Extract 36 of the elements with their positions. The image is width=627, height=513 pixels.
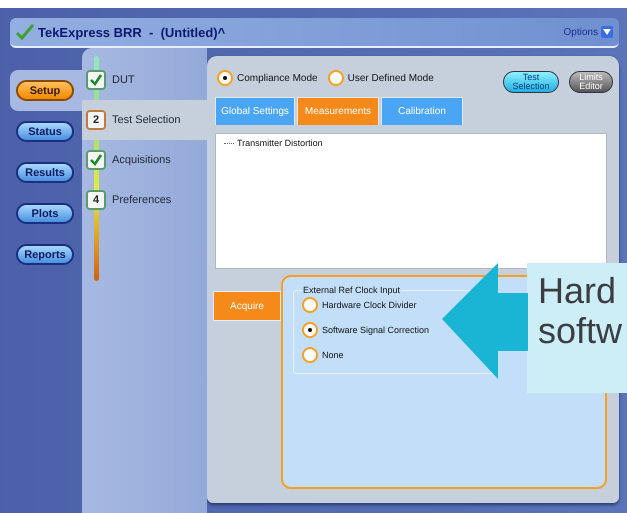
- group-legend: External Ref Clock Input: [302, 285, 402, 295]
- action-button[interactable]: Limits Editor: [569, 71, 613, 93]
- radio-button[interactable]: [328, 70, 344, 86]
- tree-connector-line: [224, 143, 234, 144]
- clock-radio-option[interactable]: None: [302, 347, 344, 363]
- radio-button[interactable]: [217, 70, 233, 86]
- step-item[interactable]: Acquisitions: [82, 140, 207, 180]
- radio-button[interactable]: [302, 347, 318, 363]
- nav-button[interactable]: Results: [16, 162, 74, 183]
- clock-radio-option[interactable]: Hardware Clock Divider: [302, 297, 417, 313]
- radio-button[interactable]: [302, 322, 318, 338]
- nav-button[interactable]: Setup: [16, 80, 74, 101]
- window-title: TekExpress BRR - (Untitled)^: [38, 24, 226, 40]
- nav-button[interactable]: Status: [16, 121, 74, 142]
- mode-radio-option[interactable]: User Defined Mode: [328, 70, 434, 86]
- action-button[interactable]: Test Selection: [503, 71, 559, 93]
- step-label: Test Selection: [112, 114, 180, 126]
- step-item[interactable]: DUT: [82, 60, 207, 100]
- step-label: Preferences: [112, 194, 172, 206]
- tree-item[interactable]: Transmitter Distortion: [237, 138, 323, 148]
- step-item[interactable]: 4 Preferences: [82, 180, 207, 220]
- step-number: 4: [86, 190, 106, 210]
- checkmark-logo-icon: [16, 24, 34, 40]
- step-item[interactable]: 2 Test Selection: [82, 100, 207, 140]
- nav-button[interactable]: Reports: [16, 244, 74, 265]
- callout-text: Hard softw: [527, 263, 627, 393]
- step-number: 2: [86, 110, 106, 130]
- step-label: DUT: [112, 74, 135, 86]
- nav-button[interactable]: Plots: [16, 203, 74, 224]
- options-button[interactable]: Options: [564, 26, 613, 38]
- mode-radio-option[interactable]: Compliance Mode: [217, 70, 318, 86]
- left-arrow-icon: [442, 263, 528, 379]
- clock-radio-option[interactable]: Software Signal Correction: [302, 322, 430, 338]
- radio-button[interactable]: [302, 297, 318, 313]
- step-label: Acquisitions: [112, 154, 171, 166]
- caret-icon: [603, 29, 611, 35]
